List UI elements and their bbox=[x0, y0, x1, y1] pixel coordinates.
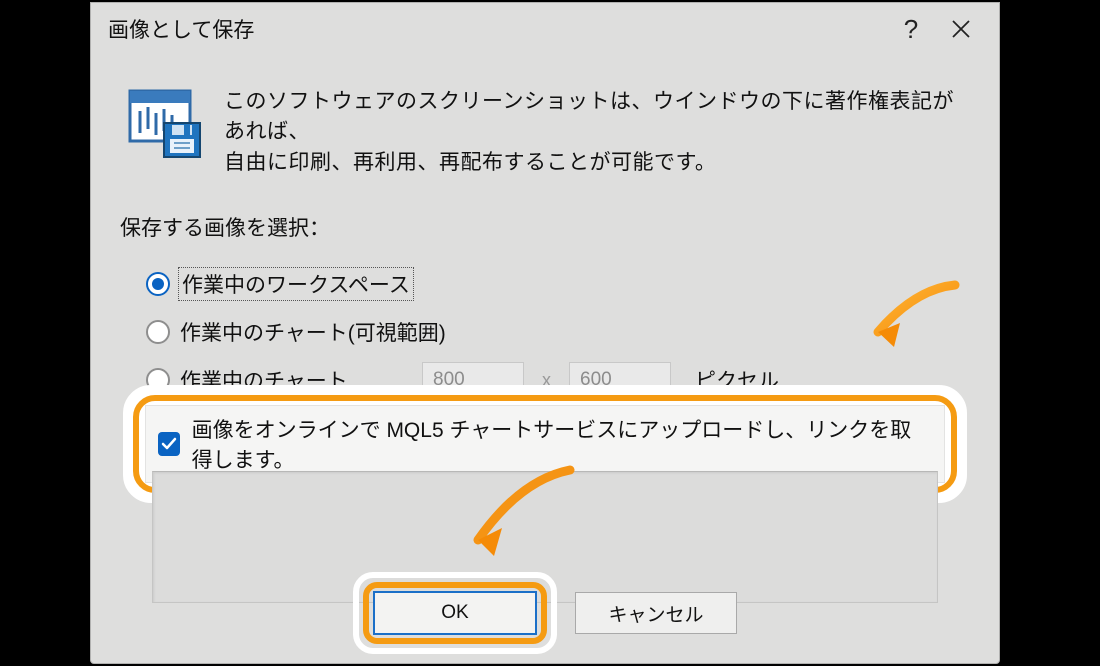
intro-text: このソフトウェアのスクリーンショットは、ウインドウの下に著作権表記があれば、 自… bbox=[224, 87, 964, 178]
close-icon bbox=[951, 19, 971, 39]
ok-button-label: OK bbox=[441, 602, 468, 624]
intro-line2: 自由に印刷、再利用、再配布することが可能です。 bbox=[224, 151, 716, 174]
dialog-content: このソフトウェアのスクリーンショットは、ウインドウの下に著作権表記があれば、 自… bbox=[120, 57, 970, 664]
upload-checkbox-label: 画像をオンラインで MQL5 チャートサービスにアップロードし、リンクを取得しま… bbox=[192, 414, 932, 474]
intro-line1: このソフトウェアのスクリーンショットは、ウインドウの下に著作権表記があれば、 bbox=[224, 90, 954, 143]
save-chart-icon bbox=[126, 87, 206, 159]
upload-checkbox[interactable] bbox=[158, 432, 180, 456]
titlebar: 画像として保存 ? bbox=[90, 2, 1000, 56]
help-button[interactable]: ? bbox=[886, 7, 936, 51]
cancel-button-label: キャンセル bbox=[608, 600, 703, 627]
ok-button[interactable]: OK bbox=[373, 591, 537, 635]
check-icon bbox=[161, 437, 177, 451]
option-workspace[interactable]: 作業中のワークスペース bbox=[146, 260, 970, 308]
option-chart-visible[interactable]: 作業中のチャート(可視範囲) bbox=[146, 308, 970, 356]
cancel-button[interactable]: キャンセル bbox=[575, 592, 737, 634]
radio-workspace[interactable] bbox=[146, 272, 170, 296]
ok-highlight: OK bbox=[353, 572, 557, 654]
button-row: OK キャンセル bbox=[120, 572, 970, 654]
intro-section: このソフトウェアのスクリーンショットは、ウインドウの下に著作権表記があれば、 自… bbox=[120, 57, 970, 178]
option-workspace-label: 作業中のワークスペース bbox=[180, 269, 412, 299]
dialog-title: 画像として保存 bbox=[108, 14, 886, 44]
option-chart-visible-label: 作業中のチャート(可視範囲) bbox=[180, 317, 446, 347]
section-label: 保存する画像を選択： bbox=[120, 212, 970, 242]
close-button[interactable] bbox=[936, 7, 986, 51]
save-image-dialog: 画像として保存 ? bbox=[90, 2, 1000, 664]
radio-chart-visible[interactable] bbox=[146, 320, 170, 344]
options-group: 作業中のワークスペース 作業中のチャート(可視範囲) 作業中のチャート x ピク… bbox=[120, 260, 970, 404]
